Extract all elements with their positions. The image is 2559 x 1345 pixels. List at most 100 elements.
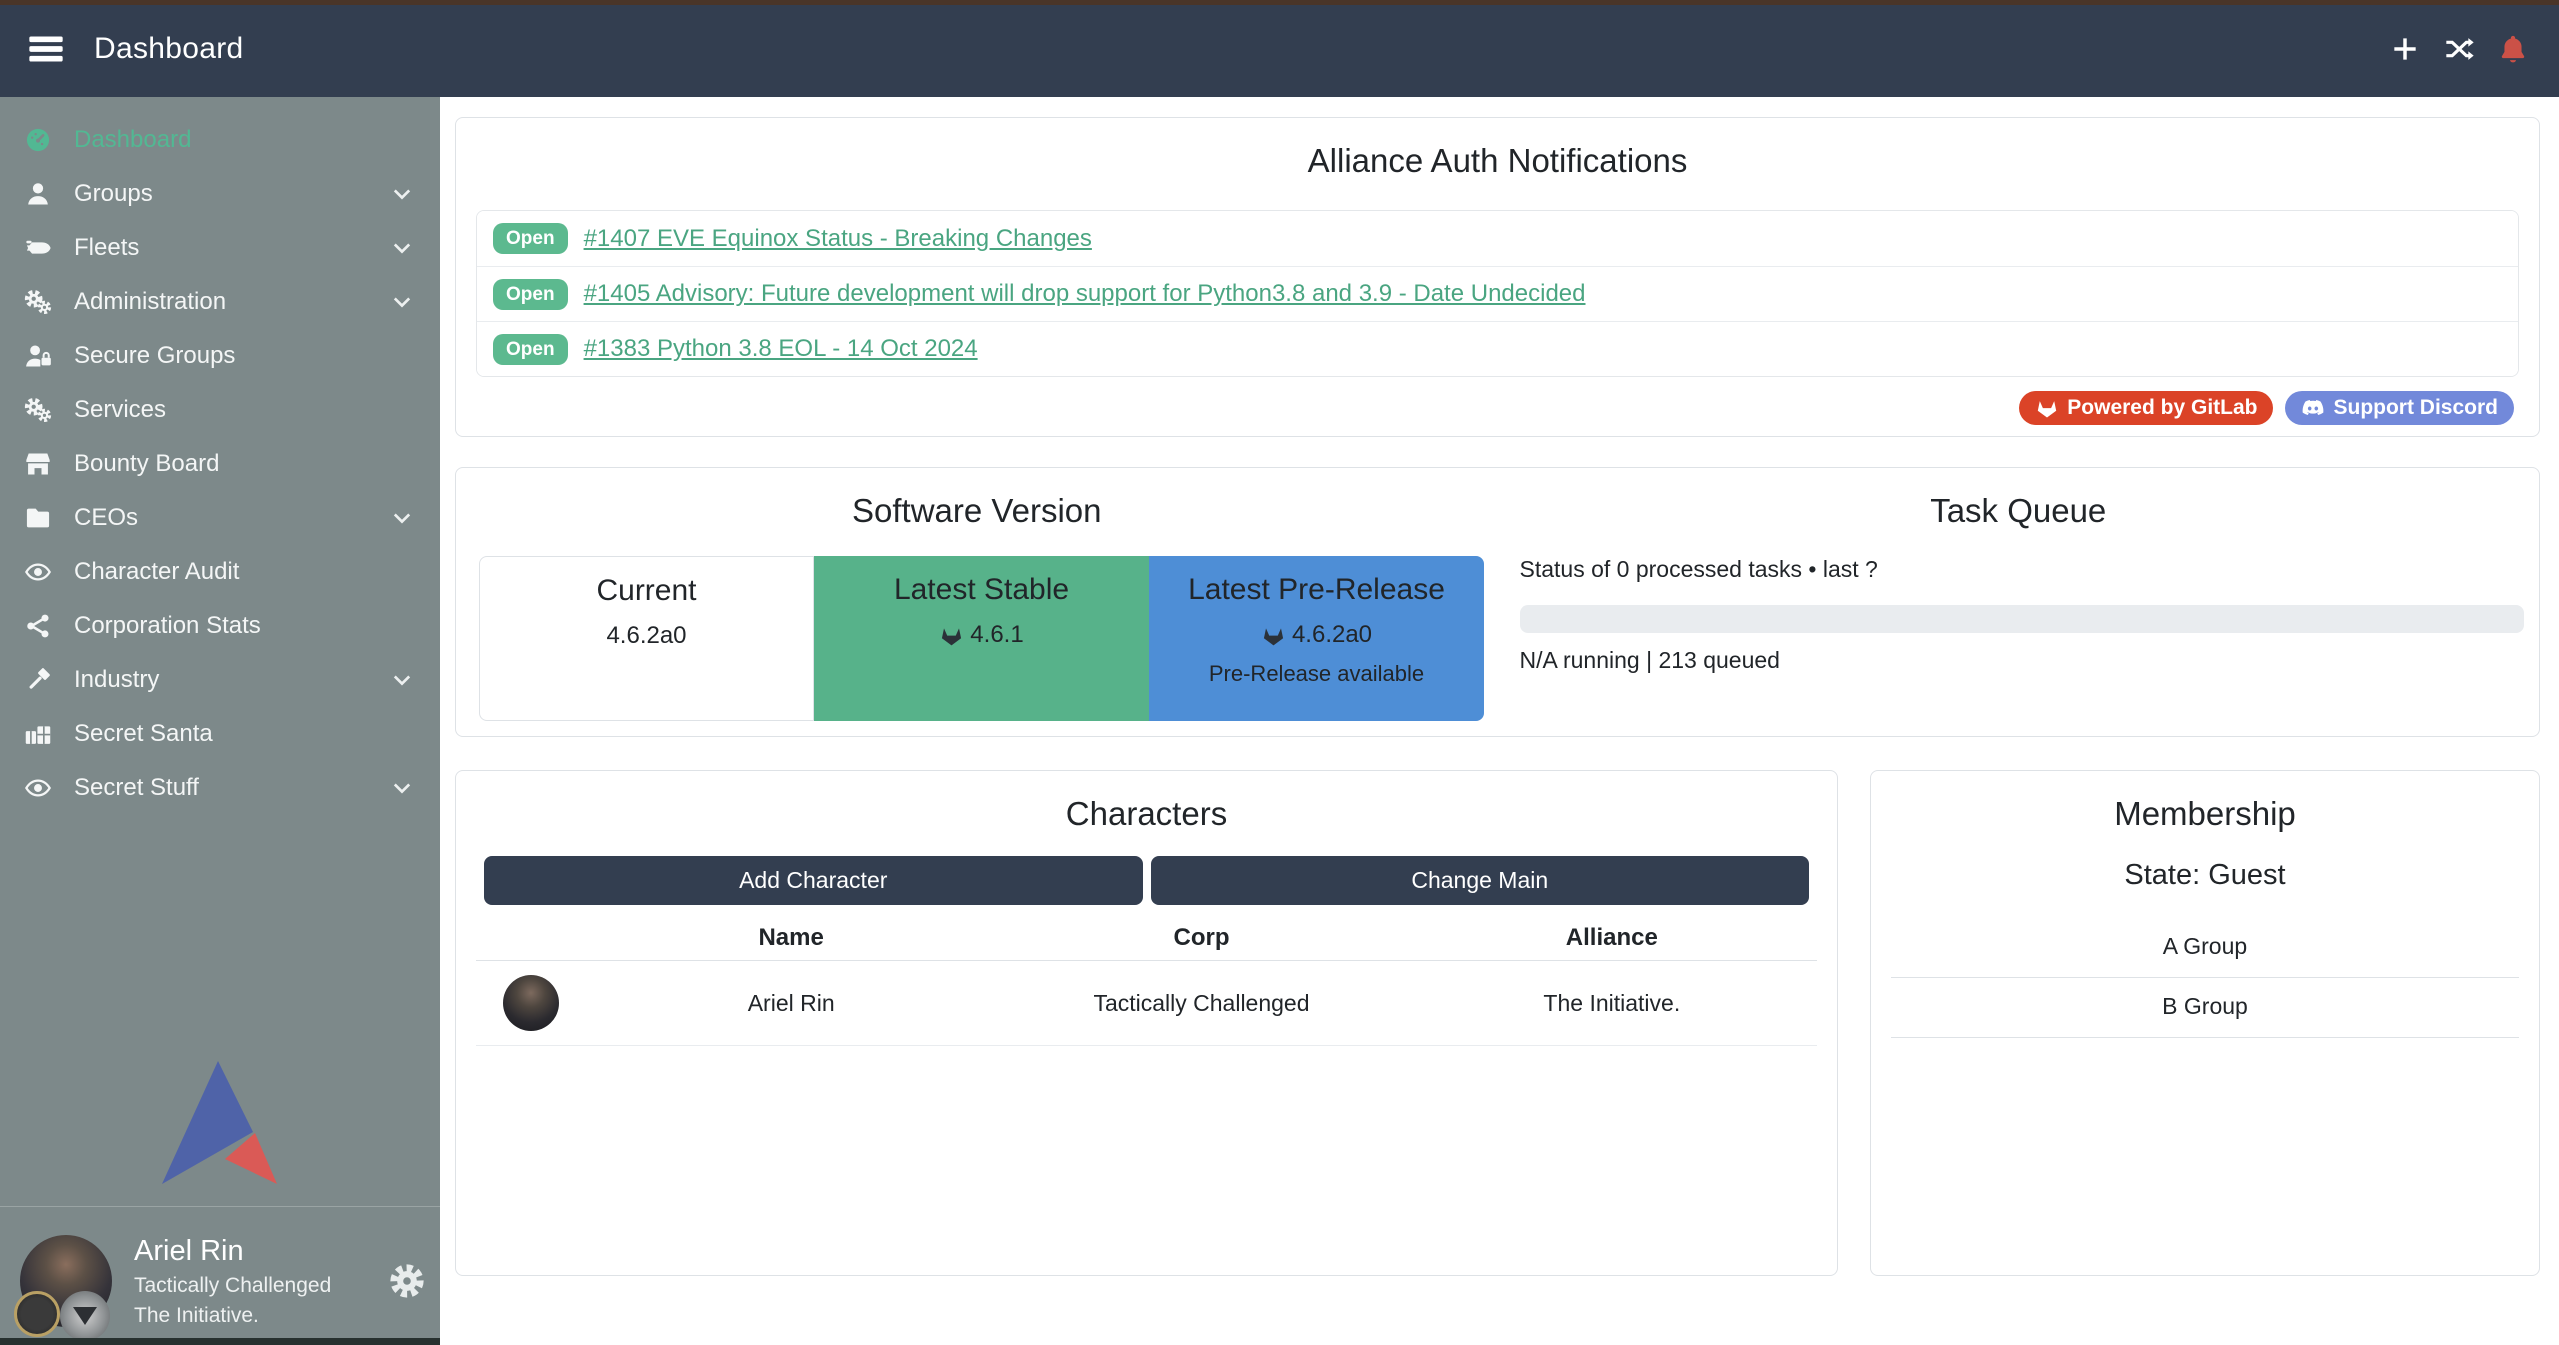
characters-table: Name Corp Alliance Ariel Rin Tactically … (476, 916, 1817, 1046)
notifications-panel: Alliance Auth Notifications Open #1407 E… (455, 117, 2540, 437)
sidebar-item-label: Bounty Board (74, 450, 219, 478)
task-queue-title: Task Queue (1498, 468, 2540, 530)
prerelease-label: Latest Pre-Release (1149, 573, 1484, 607)
notifications-list: Open #1407 EVE Equinox Status - Breaking… (476, 210, 2519, 377)
hammer-icon (24, 665, 66, 695)
share-icon (24, 611, 66, 641)
sidebar-item-label: Groups (74, 180, 153, 208)
membership-title: Membership (1871, 771, 2539, 833)
sidebar-item-label: Services (74, 396, 166, 424)
membership-state: State: Guest (1871, 859, 2539, 892)
status-badge: Open (493, 279, 568, 310)
sidebar-item-label: Secret Stuff (74, 774, 199, 802)
current-version-box: Current 4.6.2a0 (479, 556, 814, 721)
column-header-corp: Corp (996, 924, 1406, 952)
menu-toggle-button[interactable] (26, 29, 66, 69)
sidebar-item-secure-groups[interactable]: Secure Groups (0, 329, 440, 383)
store-icon (24, 449, 66, 479)
chevron-down-icon (390, 776, 414, 800)
sidebar-item-label: CEOs (74, 504, 138, 532)
characters-title: Characters (456, 771, 1837, 833)
folder-icon (24, 503, 66, 533)
user-settings-button[interactable] (388, 1262, 426, 1300)
powered-by-gitlab-badge[interactable]: Powered by GitLab (2019, 391, 2273, 425)
sidebar-item-bounty-board[interactable]: Bounty Board (0, 437, 440, 491)
user-card: Ariel Rin Tactically Challenged The Init… (20, 1231, 426, 1331)
change-main-button[interactable]: Change Main (1151, 856, 1810, 905)
sidebar-item-label: Corporation Stats (74, 612, 261, 640)
sidebar-item-label: Dashboard (74, 126, 191, 154)
user-icon (24, 179, 66, 209)
hamburger-icon (26, 29, 66, 69)
sidebar-item-dashboard[interactable]: Dashboard (0, 113, 440, 167)
sidebar-item-ceos[interactable]: CEOs (0, 491, 440, 545)
add-character-nav-button[interactable] (2389, 33, 2421, 65)
user-avatar (20, 1235, 112, 1327)
notification-link[interactable]: #1407 EVE Equinox Status - Breaking Chan… (584, 225, 1092, 253)
corp-logo-badge (14, 1291, 60, 1337)
characters-table-header: Name Corp Alliance (476, 916, 1817, 961)
shuffle-icon (2443, 33, 2475, 65)
sidebar-item-secret-stuff[interactable]: Secret Stuff (0, 761, 440, 815)
notification-link[interactable]: #1383 Python 3.8 EOL - 14 Oct 2024 (584, 335, 978, 363)
plus-icon (2389, 33, 2421, 65)
badge-label: Powered by GitLab (2067, 396, 2257, 420)
version-boxes: Current 4.6.2a0 Latest Stable 4.6.1 Late… (479, 556, 1484, 721)
stable-version: 4.6.1 (970, 621, 1023, 649)
gears-icon (24, 287, 66, 317)
latest-prerelease-box: Latest Pre-Release 4.6.2a0 Pre-Release a… (1149, 556, 1484, 721)
sidebar: Dashboard Groups Fleets Ad (0, 97, 440, 1345)
sidebar-item-character-audit[interactable]: Character Audit (0, 545, 440, 599)
notification-link[interactable]: #1405 Advisory: Future development will … (584, 280, 1586, 308)
gears-icon (24, 395, 66, 425)
sidebar-item-administration[interactable]: Administration (0, 275, 440, 329)
badge-label: Support Discord (2333, 396, 2498, 420)
support-discord-badge[interactable]: Support Discord (2285, 391, 2514, 425)
user-name: Ariel Rin (134, 1235, 331, 1268)
sidebar-item-services[interactable]: Services (0, 383, 440, 437)
page-title: Dashboard (94, 32, 243, 66)
task-queue-section: Task Queue Status of 0 processed tasks •… (1498, 468, 2540, 736)
group-list-item: A Group (1891, 918, 2519, 978)
sidebar-divider (0, 1206, 440, 1207)
alliance-auth-dashboard: Dashboard (0, 0, 2559, 1345)
table-row: Ariel Rin Tactically Challenged The Init… (476, 961, 1817, 1046)
task-progress-bar (1520, 605, 2525, 633)
sidebar-item-label: Fleets (74, 234, 139, 262)
sidebar-item-groups[interactable]: Groups (0, 167, 440, 221)
column-header-alliance: Alliance (1407, 924, 1817, 952)
gitlab-icon (1261, 623, 1286, 648)
gifts-icon (24, 719, 66, 749)
discord-icon (2301, 396, 2325, 420)
sidebar-bottom-strip (0, 1338, 440, 1345)
bell-icon (2497, 33, 2529, 65)
notification-item: Open #1405 Advisory: Future development … (477, 266, 2518, 321)
notifications-title: Alliance Auth Notifications (456, 118, 2539, 180)
characters-panel: Characters Add Character Change Main Nam… (455, 770, 1838, 1276)
top-navbar: Dashboard (0, 0, 2559, 97)
sidebar-item-industry[interactable]: Industry (0, 653, 440, 707)
sidebar-item-secret-santa[interactable]: Secret Santa (0, 707, 440, 761)
notifications-button[interactable] (2497, 33, 2529, 65)
change-main-nav-button[interactable] (2443, 33, 2475, 65)
gear-icon (388, 1262, 426, 1300)
stable-label: Latest Stable (814, 573, 1149, 607)
current-label: Current (480, 574, 813, 608)
alliance-auth-logo (0, 1057, 440, 1185)
sidebar-item-label: Industry (74, 666, 159, 694)
notification-item: Open #1407 EVE Equinox Status - Breaking… (477, 211, 2518, 266)
chevron-down-icon (390, 236, 414, 260)
spaceship-icon (24, 233, 66, 263)
sidebar-item-fleets[interactable]: Fleets (0, 221, 440, 275)
add-character-button[interactable]: Add Character (484, 856, 1143, 905)
sidebar-item-label: Character Audit (74, 558, 239, 586)
notification-item: Open #1383 Python 3.8 EOL - 14 Oct 2024 (477, 321, 2518, 376)
software-version-panel: Software Version Current 4.6.2a0 Latest … (455, 467, 2540, 737)
user-corp: Tactically Challenged (134, 1274, 331, 1298)
top-accent-line (0, 0, 2559, 5)
sidebar-item-corporation-stats[interactable]: Corporation Stats (0, 599, 440, 653)
prerelease-note: Pre-Release available (1149, 661, 1484, 687)
user-alliance: The Initiative. (134, 1304, 331, 1328)
gitlab-icon (2035, 396, 2059, 420)
task-queue-status: Status of 0 processed tasks • last ? (1520, 556, 2525, 583)
